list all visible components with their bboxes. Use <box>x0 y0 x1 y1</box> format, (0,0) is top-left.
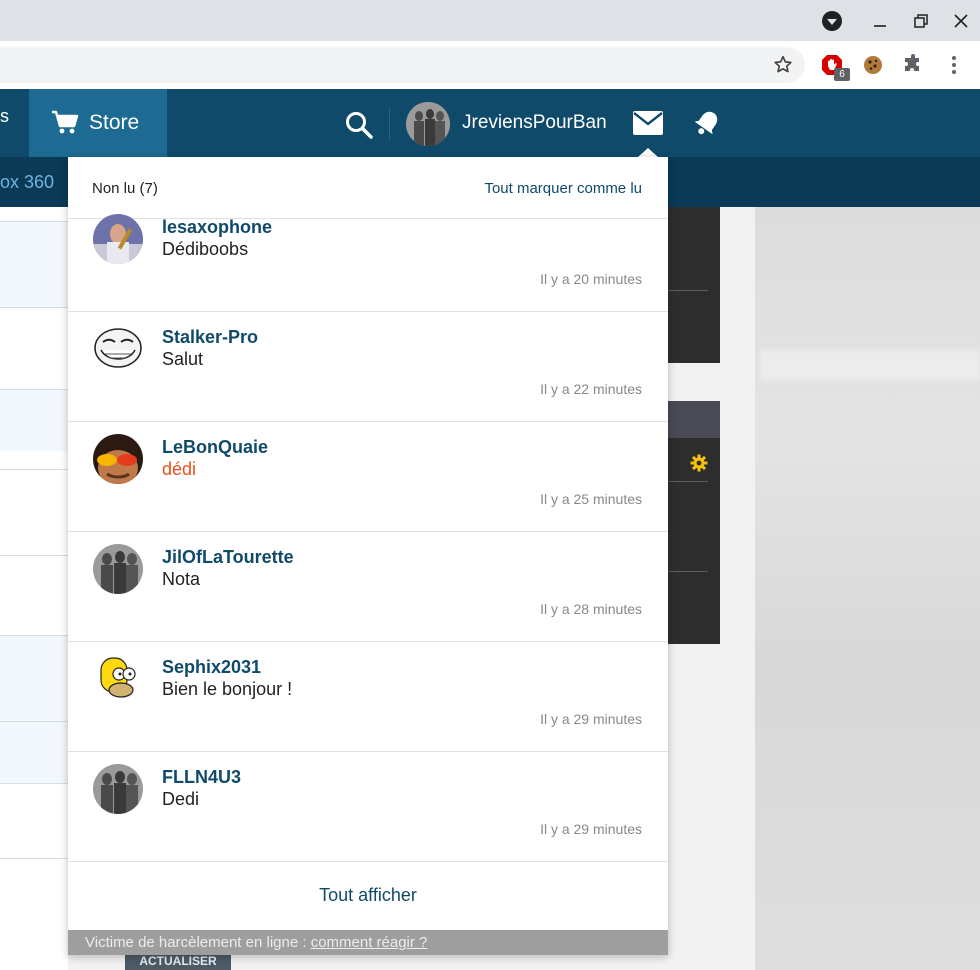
message-avatar <box>93 214 143 264</box>
cart-icon <box>52 110 79 134</box>
message-avatar <box>93 544 143 594</box>
message-preview: Dédiboobs <box>162 239 249 259</box>
message-preview: Bien le bonjour ! <box>162 679 293 699</box>
list-item <box>0 469 68 555</box>
message-item[interactable]: Stalker-Pro Salut Il y a 22 minutes <box>68 312 668 422</box>
gear-icon[interactable] <box>689 453 709 473</box>
panel-divider <box>668 571 708 572</box>
panel-divider <box>668 290 708 291</box>
message-time: Il y a 20 minutes <box>540 271 642 287</box>
browser-toolbar: 6 <box>0 41 980 89</box>
message-sender: Stalker-Pro <box>162 327 259 347</box>
harassment-help-footer: Victime de harcèlement en ligne : commen… <box>68 930 668 955</box>
extension-badge: 6 <box>834 68 850 81</box>
message-sender: Sephix2031 <box>162 657 262 677</box>
message-item[interactable]: lesaxophone Dédiboobs Il y a 20 minutes <box>68 202 668 312</box>
list-item <box>0 721 68 783</box>
message-time: Il y a 22 minutes <box>540 381 642 397</box>
address-bar[interactable] <box>0 47 805 83</box>
notification-bell-icon[interactable] <box>692 108 722 138</box>
page-content-left <box>0 207 68 970</box>
message-item[interactable]: JilOfLaTourette Nota Il y a 28 minutes <box>68 532 668 642</box>
show-all-messages-link[interactable]: Tout afficher <box>68 860 668 930</box>
message-time: Il y a 25 minutes <box>540 491 642 507</box>
message-avatar <box>93 654 143 704</box>
message-preview: Nota <box>162 569 201 589</box>
message-preview: dédi <box>162 459 197 479</box>
message-sender: FLLN4U3 <box>162 767 242 787</box>
harassment-help-link[interactable]: comment réagir ? <box>311 934 428 951</box>
message-time: Il y a 29 minutes <box>540 821 642 837</box>
message-time: Il y a 28 minutes <box>540 601 642 617</box>
store-nav-tab[interactable]: Store <box>29 89 167 157</box>
mark-all-read-link[interactable]: Tout marquer comme lu <box>484 180 642 197</box>
header-divider <box>389 108 390 140</box>
restore-icon[interactable] <box>908 8 934 34</box>
close-icon[interactable] <box>948 8 974 34</box>
side-panel <box>668 207 720 363</box>
list-item <box>0 389 68 451</box>
cookie-extension-icon[interactable] <box>861 53 885 77</box>
unread-count-label: Non lu (7) <box>92 180 158 197</box>
list-item <box>0 858 68 924</box>
list-item <box>0 221 68 307</box>
browser-titlebar <box>0 0 980 41</box>
chrome-menu-icon[interactable] <box>942 53 966 77</box>
message-avatar <box>93 434 143 484</box>
refresh-button[interactable]: ACTUALISER <box>125 953 231 970</box>
background-image-area <box>755 207 980 970</box>
bookmark-star-icon[interactable] <box>772 54 794 76</box>
subnav-item-xbox360[interactable]: ox 360 <box>0 172 54 193</box>
side-panel-header <box>668 401 720 438</box>
message-preview: Dedi <box>162 789 200 809</box>
message-sender: LeBonQuaie <box>162 437 269 457</box>
list-item <box>0 635 68 721</box>
message-time: Il y a 29 minutes <box>540 711 642 727</box>
message-sender: JilOfLaTourette <box>162 547 294 567</box>
extensions-puzzle-icon[interactable] <box>901 53 925 77</box>
message-item[interactable]: FLLN4U3 Dedi Il y a 29 minutes <box>68 752 668 862</box>
store-label: Store <box>89 111 140 134</box>
message-item[interactable]: Sephix2031 Bien le bonjour ! Il y a 29 m… <box>68 642 668 752</box>
message-item[interactable]: LeBonQuaie dédi Il y a 25 minutes <box>68 422 668 532</box>
message-sender: lesaxophone <box>162 217 273 237</box>
list-item <box>0 307 68 389</box>
list-item <box>0 783 68 858</box>
message-preview: Salut <box>162 349 204 369</box>
tab-search-icon[interactable] <box>822 11 842 31</box>
dropdown-caret <box>638 148 658 157</box>
message-avatar <box>93 764 143 814</box>
message-avatar <box>93 324 143 374</box>
header-username[interactable]: JreviensPourBan <box>462 112 607 134</box>
footer-text: Victime de harcèlement en ligne : <box>85 934 311 951</box>
panel-divider <box>668 481 708 482</box>
search-icon[interactable] <box>344 110 374 140</box>
nav-item-partial[interactable]: s <box>0 106 9 126</box>
mail-icon[interactable] <box>632 110 664 136</box>
messages-dropdown: Non lu (7) Tout marquer comme lu lesaxop… <box>68 157 668 955</box>
list-item <box>0 555 68 617</box>
user-avatar[interactable] <box>406 102 450 146</box>
background-blur <box>760 350 980 380</box>
minimize-icon[interactable] <box>867 8 893 34</box>
